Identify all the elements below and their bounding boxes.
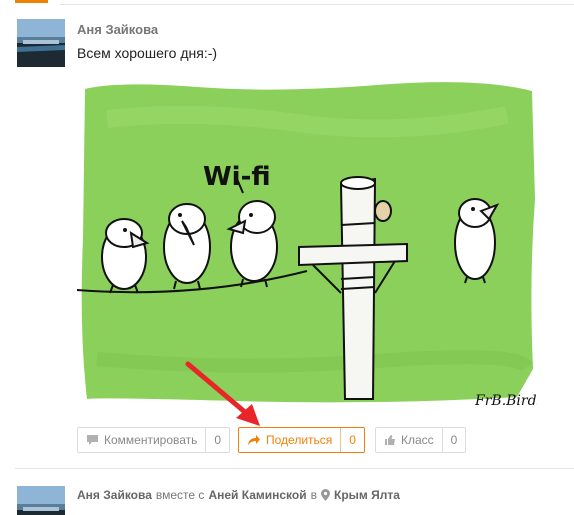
comment-button[interactable]: Комментировать 0	[77, 427, 231, 453]
image-signature: FrB.Birds	[474, 393, 537, 409]
comment-label: Комментировать	[104, 433, 198, 447]
share-label: Поделиться	[266, 433, 333, 447]
comment-count: 0	[205, 428, 229, 452]
next-post-meta: Аня Зайкова вместе с Аней Каминской в Кр…	[77, 488, 400, 502]
post-divider	[15, 468, 574, 469]
comment-icon	[86, 434, 99, 446]
location-name[interactable]: Крым Ялта	[334, 488, 400, 502]
location-pin-icon	[321, 489, 330, 501]
post-text: Всем хорошего дня:-)	[77, 45, 218, 61]
share-button[interactable]: Поделиться 0	[238, 427, 365, 453]
share-icon	[247, 434, 261, 446]
top-accent-bar	[15, 0, 48, 3]
like-count: 0	[441, 428, 466, 452]
wifi-label: Wi-fi	[203, 162, 271, 192]
like-icon	[384, 434, 396, 446]
annotation-arrow	[185, 361, 260, 426]
next-post-author[interactable]: Аня Зайкова	[77, 488, 152, 502]
post-image[interactable]: Wi-fi FrB.Birds	[77, 79, 537, 415]
in-text: в	[310, 488, 317, 502]
avatar[interactable]	[17, 486, 65, 515]
top-divider	[60, 4, 574, 5]
like-label: Класс	[401, 433, 434, 447]
with-text: вместе с	[155, 488, 205, 502]
post-author-name[interactable]: Аня Зайкова	[77, 22, 158, 37]
avatar[interactable]	[17, 19, 65, 67]
like-button[interactable]: Класс 0	[375, 427, 467, 453]
share-count: 0	[340, 428, 364, 452]
companion-name[interactable]: Аней Каминской	[208, 488, 306, 502]
